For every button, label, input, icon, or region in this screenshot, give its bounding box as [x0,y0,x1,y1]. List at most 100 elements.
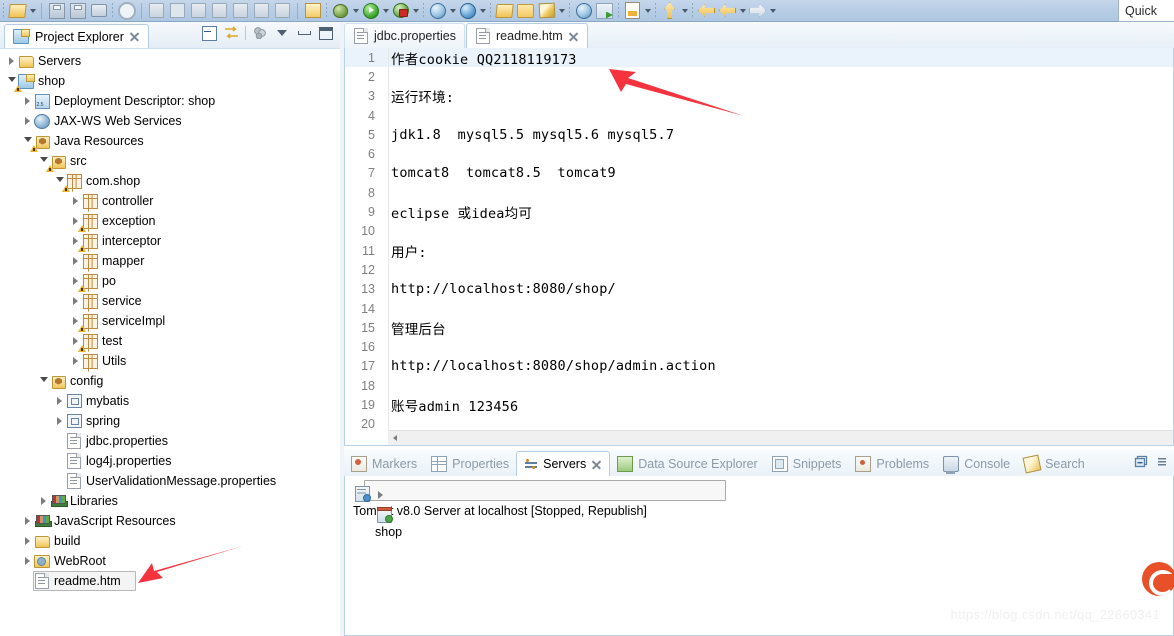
tree-item-javascript-resources[interactable]: JavaScript Resources [0,511,340,531]
tree-item-interceptor[interactable]: interceptor [0,231,340,252]
server-row[interactable]: shop [345,490,1173,539]
step-into-icon[interactable] [231,1,250,20]
code-line[interactable]: 2 [345,67,1173,86]
tab-project-explorer[interactable]: Project Explorer [4,24,149,48]
tree-item-mapper[interactable]: mapper [0,251,340,271]
expand-collapse-icon[interactable] [54,411,65,431]
profile-dropdown-arrow[interactable] [478,1,487,20]
code-line[interactable]: 7 tomcat8 tomcat8.5 tomcat9 [345,164,1173,183]
tree-item-shop[interactable]: shop [0,71,340,92]
code-line[interactable]: 18 [345,376,1173,395]
expand-collapse-icon[interactable] [70,291,81,311]
suspend-icon[interactable] [168,1,187,20]
maximize-icon[interactable] [318,25,334,41]
web-browser-icon[interactable] [574,1,593,20]
code-line[interactable]: 17 http://localhost:8080/shop/admin.actio… [345,357,1173,376]
run-as-server-icon[interactable] [391,1,410,20]
back-dropdown-arrow[interactable] [738,1,747,20]
code-line[interactable]: 12 [345,260,1173,279]
quick-search-icon[interactable] [117,1,136,20]
tree-item-servers[interactable]: Servers [0,51,340,71]
servers-tree[interactable]: Tomcat v8.0 Server at localhost [Stopped… [345,476,1173,539]
scroll-left-icon[interactable] [388,432,401,445]
new-folder-icon[interactable] [495,1,514,20]
profile-icon[interactable] [458,1,477,20]
previous-annotation-icon[interactable] [660,1,679,20]
expand-collapse-icon[interactable] [38,491,49,511]
bottom-tab-search[interactable]: Search [1017,451,1092,476]
expand-collapse-icon[interactable] [38,371,49,391]
bottom-tab-servers[interactable]: Servers [516,451,611,476]
link-with-editor-icon[interactable] [223,25,239,41]
forward-icon[interactable] [748,1,767,20]
debug-icon[interactable] [331,1,350,20]
tree-item-src[interactable]: src [0,151,340,172]
tree-item-com-shop[interactable]: com.shop [0,171,340,192]
project-tree[interactable]: Servers shop Deployment Descriptor: shop JA… [0,48,340,636]
tree-item-serviceimpl[interactable]: serviceImpl [0,311,340,332]
debug-dropdown-arrow[interactable] [351,1,360,20]
close-icon[interactable] [129,31,140,42]
open-folder-icon[interactable] [516,1,535,20]
open-type-icon[interactable] [303,1,322,20]
bottom-tab-problems[interactable]: Problems [848,451,936,476]
code-line[interactable]: 20 [345,415,1173,431]
expand-collapse-icon[interactable] [22,551,33,571]
tree-item-uservalidationmessage-properties[interactable]: UserValidationMessage.properties [0,471,340,491]
code-line[interactable]: 1 作者cookie QQ2118119173 [345,48,1173,68]
tree-item-java-resources[interactable]: Java Resources [0,131,340,152]
tree-item-libraries[interactable]: Libraries [0,491,340,511]
expand-collapse-icon[interactable] [22,111,33,131]
expand-collapse-icon[interactable] [54,391,65,411]
close-icon[interactable] [568,31,579,42]
step-over-icon[interactable] [147,1,166,20]
run-dropdown-arrow[interactable] [381,1,390,20]
new-dropdown-arrow[interactable] [28,1,37,20]
quick-access-box[interactable]: Quick [1118,0,1174,22]
save-icon[interactable] [47,1,66,20]
back-history-icon[interactable] [718,1,737,20]
tree-item-spring[interactable]: spring [0,411,340,431]
server-row[interactable]: Tomcat v8.0 Server at localhost [Stopped… [345,480,1173,518]
jsp-dropdown-arrow[interactable] [643,1,652,20]
code-area[interactable]: 1 作者cookie QQ2118119173 2 3 运行环境: 4 5 jdk1.8 my… [345,48,1173,431]
tree-item-po[interactable]: po [0,271,340,292]
minimize-icon[interactable] [1133,454,1149,470]
back-icon[interactable] [697,1,716,20]
bottom-tab-snippets[interactable]: Snippets [765,451,849,476]
jsp-icon[interactable] [623,1,642,20]
globe-dropdown-arrow[interactable] [448,1,457,20]
code-line[interactable]: 19 账号admin 123456 [345,395,1173,415]
editor-tab-jdbc-properties[interactable]: jdbc.properties [344,23,465,48]
run-on-server-icon[interactable] [428,1,447,20]
expand-collapse-icon[interactable] [22,531,33,551]
tree-item-webroot[interactable]: WebRoot [0,551,340,571]
expand-collapse-icon[interactable] [375,485,386,505]
expand-collapse-icon[interactable] [353,476,364,484]
minimize-icon[interactable] [296,25,312,41]
run-server-dropdown-arrow[interactable] [411,1,420,20]
bottom-tab-markers[interactable]: Markers [344,451,424,476]
code-line[interactable]: 15 管理后台 [345,318,1173,338]
editor-horizontal-scrollbar[interactable] [388,430,1173,445]
editor-body[interactable]: 1 作者cookie QQ2118119173 2 3 运行环境: 4 5 jdk1.8 my… [344,48,1174,446]
close-icon[interactable] [591,459,602,470]
tree-item-jdbc-properties[interactable]: jdbc.properties [0,431,340,451]
bottom-tab-data-source-explorer[interactable]: Data Source Explorer [610,451,765,476]
tree-item-controller[interactable]: controller [0,191,340,211]
save-all-icon[interactable] [68,1,87,20]
editor-tab-readme-htm[interactable]: readme.htm [466,23,588,48]
code-line[interactable]: 10 [345,222,1173,241]
code-line[interactable]: 3 运行环境: [345,87,1173,106]
run-icon[interactable] [361,1,380,20]
tree-item-config[interactable]: config [0,371,340,391]
code-line[interactable]: 8 [345,183,1173,202]
expand-collapse-icon[interactable] [70,191,81,211]
view-filter-icon[interactable] [252,25,268,41]
collapse-all-icon[interactable] [201,25,217,41]
expand-collapse-icon[interactable] [70,251,81,271]
step-return-icon[interactable] [252,1,271,20]
code-line[interactable]: 14 [345,299,1173,318]
expand-collapse-icon[interactable] [6,51,17,71]
step-out-icon[interactable] [273,1,292,20]
